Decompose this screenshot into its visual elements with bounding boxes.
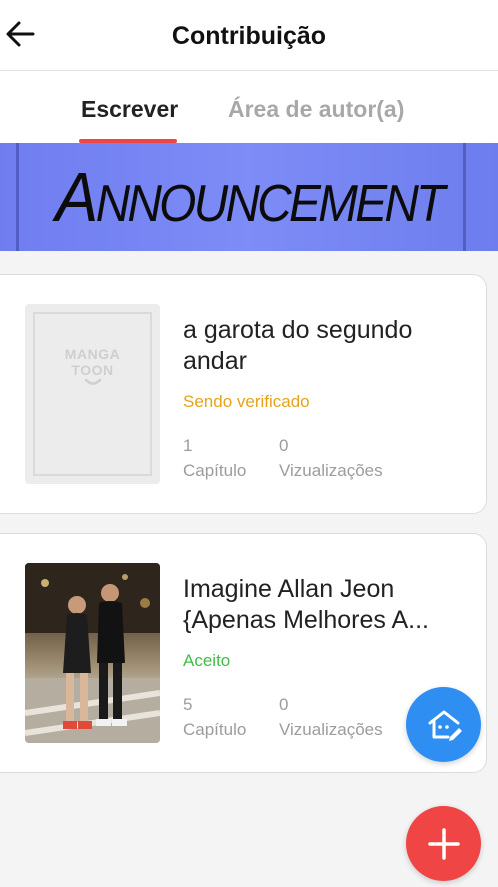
banner-text-initial: A xyxy=(55,158,98,236)
logo-text-line1: MANGA xyxy=(64,346,121,362)
announcement-banner[interactable]: ANNOUNCEMENT xyxy=(0,143,498,251)
author-home-fab[interactable] xyxy=(406,687,481,762)
cover-photo xyxy=(25,563,160,743)
status-label: Sendo verificado xyxy=(183,392,310,411)
banner-edge xyxy=(16,143,19,251)
book-title-line1: Imagine Allan Jeon xyxy=(183,575,395,603)
book-title: Imagine Allan Jeon {Apenas Melhores A... xyxy=(183,574,455,636)
views-stat: 0 Vizualizações xyxy=(279,692,383,742)
add-fab[interactable] xyxy=(406,806,481,881)
book-cover-placeholder: MANGA TOON xyxy=(25,304,160,484)
tab-escrever[interactable]: Escrever xyxy=(81,96,178,123)
header-bar: Contribuição xyxy=(0,0,498,71)
book-card[interactable]: MANGA TOON a garota do segundo andar Sen… xyxy=(0,274,487,514)
book-cover-image xyxy=(25,563,160,743)
book-title: a garota do segundo andar xyxy=(183,316,413,375)
chapters-stat: 1 Capítulo xyxy=(183,433,246,483)
chapters-stat: 5 Capítulo xyxy=(183,692,246,742)
tab-area-de-autor[interactable]: Área de autor(a) xyxy=(228,96,404,123)
plus-icon xyxy=(427,827,460,860)
logo-text-line2: TOON xyxy=(71,362,114,378)
views-label: Vizualizações xyxy=(279,461,383,480)
smile-icon xyxy=(84,378,101,385)
banner-text-rest: NNOUNCEMENT xyxy=(95,175,446,233)
mangatoon-logo: MANGA TOON xyxy=(25,346,160,386)
views-count: 0 xyxy=(279,436,289,455)
book-title-line2: {Apenas Melhores A... xyxy=(183,606,429,634)
chapters-count: 1 xyxy=(183,436,193,455)
tab-bar: Escrever Área de autor(a) xyxy=(0,71,498,143)
page-title: Contribuição xyxy=(171,22,327,50)
views-count: 0 xyxy=(279,695,289,714)
chapters-label: Capítulo xyxy=(183,720,247,739)
chapters-label: Capítulo xyxy=(183,461,247,480)
cover-frame xyxy=(33,312,152,476)
views-label: Vizualizações xyxy=(279,720,383,739)
house-edit-icon xyxy=(428,710,462,741)
status-label: Aceito xyxy=(183,651,231,670)
views-stat: 0 Vizualizações xyxy=(279,433,383,483)
chapters-count: 5 xyxy=(183,695,193,714)
banner-text: ANNOUNCEMENT xyxy=(20,153,478,248)
